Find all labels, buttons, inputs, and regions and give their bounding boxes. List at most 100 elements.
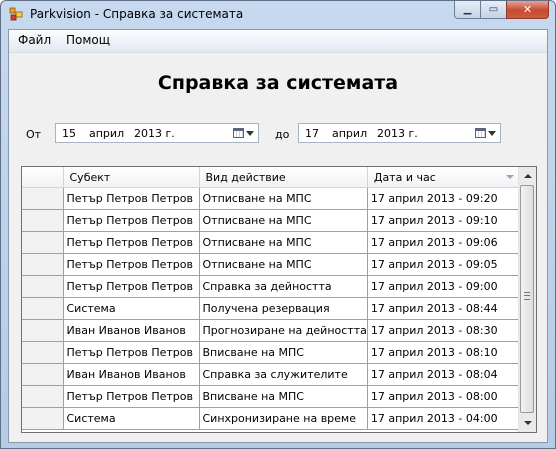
row-header[interactable] (22, 319, 64, 342)
corner-header[interactable] (22, 167, 64, 188)
app-window: Parkvision - Справка за системата ▁ ▭ ✕ … (0, 0, 556, 449)
scroll-down-button[interactable] (520, 415, 535, 431)
minimize-button[interactable]: ▁ (454, 1, 480, 19)
scroll-up-button[interactable] (520, 168, 535, 184)
page-title: Справка за системата (157, 72, 399, 94)
to-month[interactable]: април (332, 127, 367, 140)
cell-datetime[interactable]: 17 април 2013 - 08:30 (367, 319, 521, 342)
caption-buttons: ▁ ▭ ✕ (454, 1, 549, 20)
table-row[interactable]: Система Синхронизиране на време 17 април 2… (22, 407, 521, 430)
cell-action[interactable]: Синхронизиране на време (199, 407, 368, 430)
table-row[interactable]: Иван Иванов Иванов Справка за служителите… (22, 363, 521, 386)
cell-subject[interactable]: Петър Петров Петров (63, 275, 200, 298)
cell-subject[interactable]: Петър Петров Петров (63, 209, 200, 232)
menu-file[interactable]: Файл (16, 33, 53, 47)
table-row[interactable]: Петър Петров Петров Вписване на МПС 17 апр… (22, 341, 521, 364)
column-header-action[interactable]: Вид действие (199, 167, 368, 188)
row-header[interactable] (22, 297, 64, 320)
table-row[interactable]: Петър Петров Петров Отписване на МПС 17 ап… (22, 209, 521, 232)
row-header[interactable] (22, 231, 64, 254)
activity-grid[interactable]: Субект Вид действие Дата и час Петър Пет… (21, 166, 537, 433)
cell-subject[interactable]: Иван Иванов Иванов (63, 319, 200, 342)
cell-action[interactable]: Прогнозиране на дейността (199, 319, 368, 342)
chevron-down-icon (246, 130, 254, 136)
from-date-picker[interactable]: 15 април 2013 г. (55, 123, 259, 143)
table-row[interactable]: Петър Петров Петров Отписване на МПС 17 ап… (22, 253, 521, 276)
window-title: Parkvision - Справка за системата (30, 7, 244, 21)
cell-action[interactable]: Отписване на МПС (199, 231, 368, 254)
arrow-down-icon (523, 421, 532, 425)
to-day[interactable]: 17 (305, 127, 319, 140)
cell-action[interactable]: Справка за дейността (199, 275, 368, 298)
maximize-icon: ▭ (488, 4, 499, 15)
app-icon (9, 7, 23, 21)
cell-subject[interactable]: Петър Петров Петров (63, 341, 200, 364)
cell-action[interactable]: Отписване на МПС (199, 209, 368, 232)
client-area: Файл Помощ Справка за системата От 15 ап… (8, 29, 548, 443)
column-header-datetime-label: Дата и час (373, 170, 436, 184)
cell-subject[interactable]: Иван Иванов Иванов (63, 363, 200, 386)
row-header[interactable] (22, 187, 64, 210)
column-header-datetime[interactable]: Дата и час (367, 167, 521, 188)
row-header[interactable] (22, 253, 64, 276)
cell-action[interactable]: Справка за служителите (199, 363, 368, 386)
cell-subject[interactable]: Петър Петров Петров (63, 385, 200, 408)
grip-icon (524, 292, 530, 300)
to-year[interactable]: 2013 г. (377, 127, 418, 140)
cell-datetime[interactable]: 17 април 2013 - 09:10 (367, 209, 521, 232)
activity-table: Субект Вид действие Дата и час Петър Пет… (22, 167, 521, 430)
row-header[interactable] (22, 407, 64, 430)
column-header-subject[interactable]: Субект (63, 167, 200, 188)
from-year[interactable]: 2013 г. (134, 127, 175, 140)
row-header[interactable] (22, 385, 64, 408)
vertical-scrollbar[interactable] (518, 167, 536, 432)
cell-datetime[interactable]: 17 април 2013 - 09:20 (367, 187, 521, 210)
table-row[interactable]: Иван Иванов Иванов Прогнозиране на дейнос… (22, 319, 521, 342)
row-header[interactable] (22, 275, 64, 298)
cell-subject[interactable]: Петър Петров Петров (63, 231, 200, 254)
cell-datetime[interactable]: 17 април 2013 - 04:00 (367, 407, 521, 430)
close-button[interactable]: ✕ (506, 1, 549, 19)
cell-action[interactable]: Вписване на МПС (199, 385, 368, 408)
menu-help[interactable]: Помощ (64, 33, 112, 47)
to-label: до (275, 128, 290, 141)
scroll-thumb[interactable] (520, 185, 534, 413)
cell-action[interactable]: Вписване на МПС (199, 341, 368, 364)
cell-datetime[interactable]: 17 април 2013 - 09:00 (367, 275, 521, 298)
maximize-button[interactable]: ▭ (480, 1, 506, 19)
cell-datetime[interactable]: 17 април 2013 - 09:05 (367, 253, 521, 276)
cell-subject[interactable]: Петър Петров Петров (63, 187, 200, 210)
table-row[interactable]: Петър Петров Петров Вписване на МПС 17 апр… (22, 385, 521, 408)
table-row[interactable]: Петър Петров Петров Отписване на МПС 17 ап… (22, 187, 521, 210)
cell-subject[interactable]: Петър Петров Петров (63, 253, 200, 276)
table-row[interactable]: Петър Петров Петров Отписване на МПС 17 ап… (22, 231, 521, 254)
cell-action[interactable]: Отписване на МПС (199, 253, 368, 276)
cell-subject[interactable]: Система (63, 297, 200, 320)
cell-datetime[interactable]: 17 април 2013 - 08:00 (367, 385, 521, 408)
from-month[interactable]: април (89, 127, 124, 140)
cell-datetime[interactable]: 17 април 2013 - 08:44 (367, 297, 521, 320)
from-date-dropdown-button[interactable] (230, 125, 256, 141)
cell-action[interactable]: Получена резервация (199, 297, 368, 320)
title-bar[interactable]: Parkvision - Справка за системата ▁ ▭ ✕ (1, 1, 555, 29)
minimize-icon: ▁ (463, 4, 472, 15)
cell-datetime[interactable]: 17 април 2013 - 09:06 (367, 231, 521, 254)
table-row[interactable]: Петър Петров Петров Справка за дейността 1… (22, 275, 521, 298)
cell-datetime[interactable]: 17 април 2013 - 08:10 (367, 341, 521, 364)
from-label: От (26, 128, 42, 141)
from-day[interactable]: 15 (62, 127, 76, 140)
row-header[interactable] (22, 209, 64, 232)
to-date-dropdown-button[interactable] (472, 125, 498, 141)
grid-body: Петър Петров Петров Отписване на МПС 17 ап… (22, 187, 521, 430)
table-row[interactable]: Система Получена резервация 17 април 2013 … (22, 297, 521, 320)
menu-bar: Файл Помощ (9, 30, 547, 53)
sort-desc-icon (505, 175, 514, 179)
row-header[interactable] (22, 363, 64, 386)
to-date-picker[interactable]: 17 април 2013 г. (298, 123, 501, 143)
cell-action[interactable]: Отписване на МПС (199, 187, 368, 210)
cell-subject[interactable]: Система (63, 407, 200, 430)
cell-datetime[interactable]: 17 април 2013 - 08:04 (367, 363, 521, 386)
chevron-down-icon (488, 130, 496, 136)
row-header[interactable] (22, 341, 64, 364)
calendar-icon (475, 128, 486, 138)
